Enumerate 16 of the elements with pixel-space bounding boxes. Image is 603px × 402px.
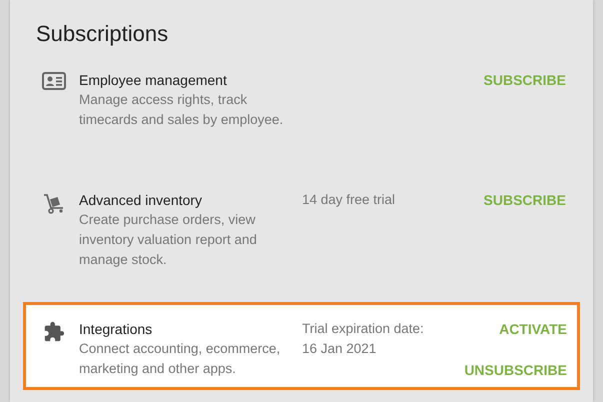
action-link[interactable]: ACTIVATE [499,319,567,339]
action-link[interactable]: SUBSCRIBE [484,70,566,90]
subscription-description: Create purchase orders, view inventory valuation report and manage stock. [79,211,258,269]
subscription-description: Connect accounting, ecommerce, marketing and other apps. [79,340,282,378]
subscription-name: Employee management [79,71,228,90]
subscription-name: Integrations [79,320,154,339]
subscription-description: Manage access rights, track timecards and sales by employee. [79,91,284,129]
page-title: Subscriptions [36,20,170,48]
action-link[interactable]: SUBSCRIBE [484,190,566,210]
subscription-status: 14 day free trial [302,191,396,209]
puzzle-icon [42,321,64,343]
hand-truck-icon [42,192,66,216]
action-link[interactable]: UNSUBSCRIBE [464,360,567,380]
id-card-icon [42,72,66,90]
subscription-name: Advanced inventory [79,191,203,210]
subscription-status: Trial expiration date: 16 Jan 2021 [302,320,425,358]
